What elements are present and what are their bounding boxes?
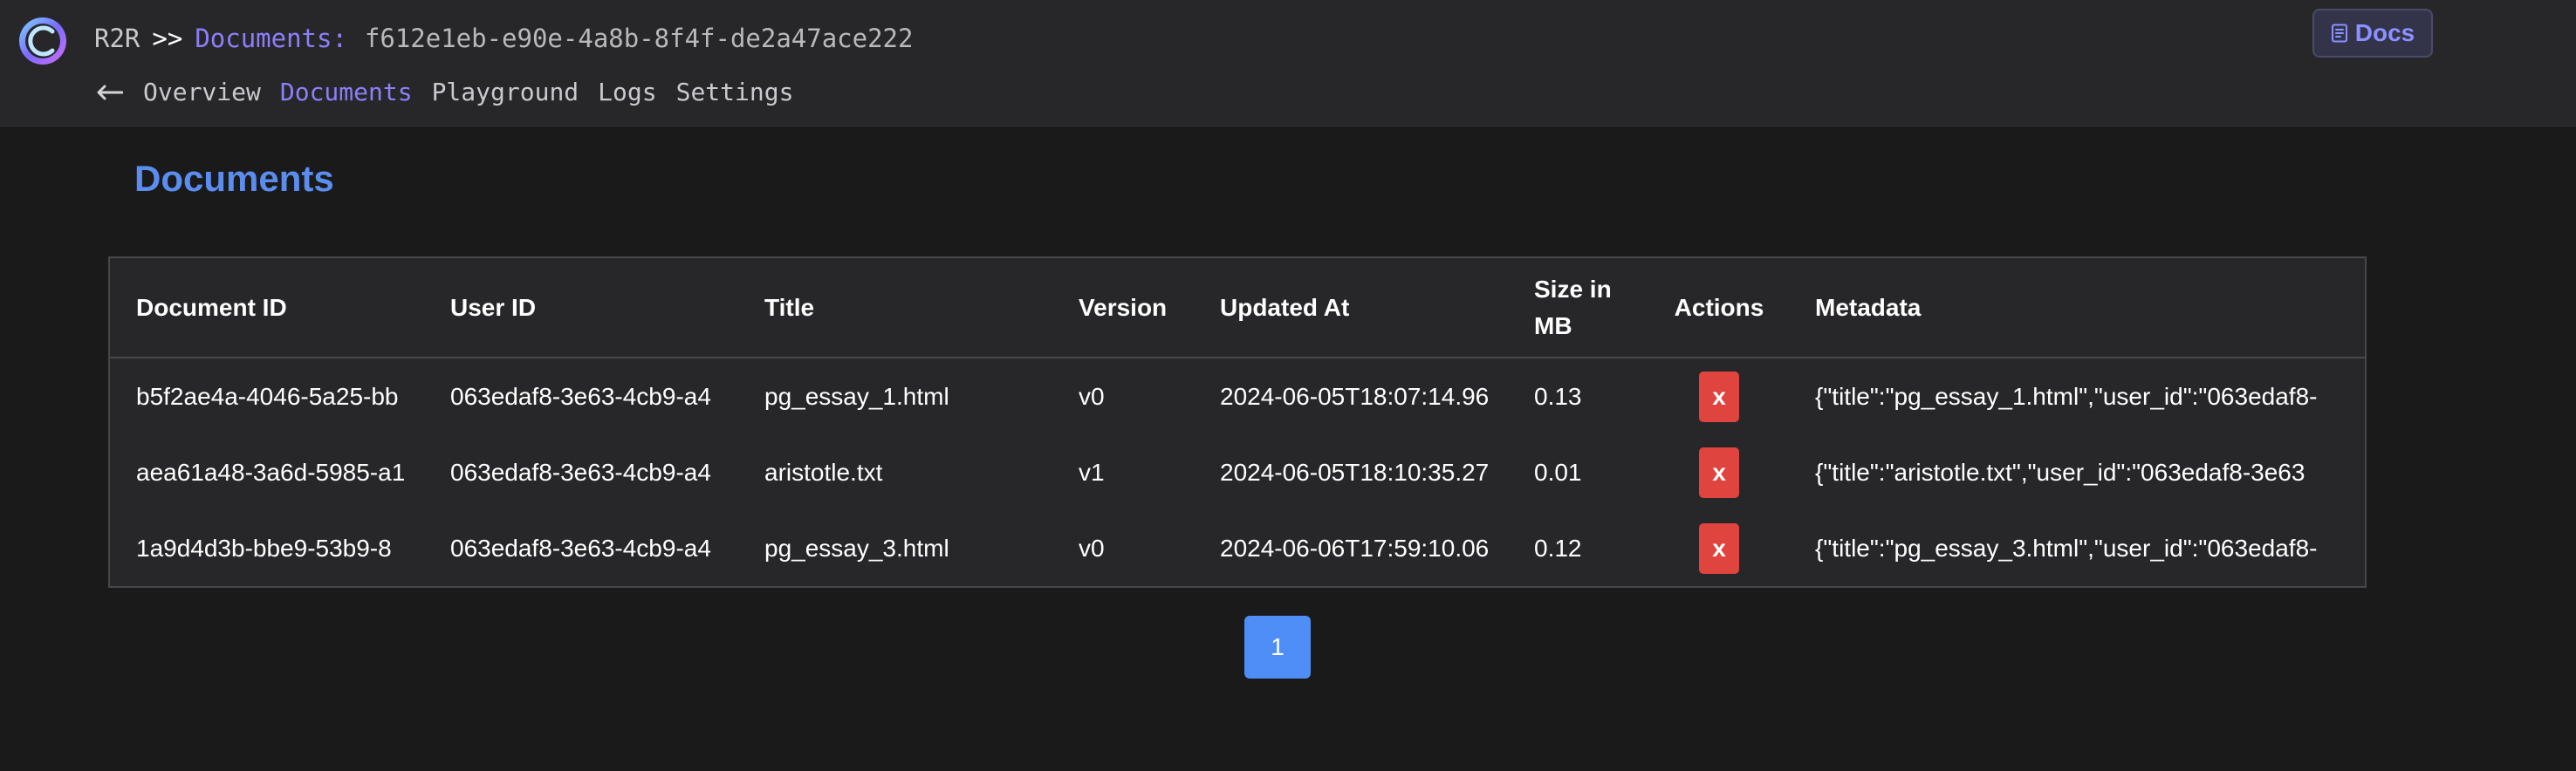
cell-updated-at: 2024-06-05T18:10:35.27 [1220, 458, 1490, 486]
docs-button-label: Docs [2354, 19, 2415, 46]
cell-size: 0.12 [1534, 534, 1582, 562]
column-header-actions: Actions [1649, 258, 1789, 358]
cell-actions: x [1649, 510, 1789, 586]
cell-document-id: 1a9d4d3b-bbe9-53b9-8 [136, 534, 392, 562]
arrow-left-icon [97, 85, 123, 100]
cell-updated-at: 2024-06-05T18:07:14.96 [1220, 382, 1490, 410]
column-header-version: Version [1052, 258, 1194, 358]
table-row: 1a9d4d3b-bbe9-53b9-8 063edaf8-3e63-4cb9-… [110, 510, 2365, 586]
column-header-title: Title [738, 258, 1052, 358]
cell-size: 0.13 [1534, 382, 1582, 410]
column-header-user-id: User ID [424, 258, 738, 358]
delete-button[interactable]: x [1699, 522, 1739, 574]
cell-actions: x [1649, 358, 1789, 434]
top-header: R2R >> Documents: f612e1eb-e90e-4a8b-8f4f-d… [0, 0, 2576, 126]
cell-document-id: aea61a48-3a6d-5985-a1 [136, 458, 406, 486]
nav-documents[interactable]: Documents [280, 75, 413, 110]
breadcrumb-app[interactable]: R2R [94, 24, 140, 53]
documents-table: Document ID User ID Title Version Update… [108, 256, 2367, 588]
breadcrumb-document-id: f612e1eb-e90e-4a8b-8f4f-de2a47ace222 [364, 24, 914, 53]
back-button[interactable] [94, 75, 126, 110]
cell-version: v0 [1079, 534, 1105, 562]
column-header-size: Size in MB [1508, 258, 1649, 358]
r2r-logo-icon[interactable] [17, 16, 68, 66]
cell-version: v1 [1079, 458, 1105, 486]
table-header-row: Document ID User ID Title Version Update… [110, 258, 2365, 358]
column-header-updated-at: Updated At [1194, 258, 1508, 358]
table-row: b5f2ae4a-4046-5a25-bb 063edaf8-3e63-4cb9… [110, 358, 2365, 434]
cell-title: pg_essay_1.html [764, 382, 949, 410]
cell-user-id: 063edaf8-3e63-4cb9-a4 [450, 534, 711, 562]
docs-button[interactable]: Docs [2312, 9, 2433, 58]
cell-user-id: 063edaf8-3e63-4cb9-a4 [450, 382, 711, 410]
nav-logs[interactable]: Logs [598, 75, 656, 110]
page-title: Documents [134, 158, 334, 199]
cell-version: v0 [1079, 382, 1105, 410]
table-row: aea61a48-3a6d-5985-a1 063edaf8-3e63-4cb9… [110, 434, 2365, 510]
column-header-metadata: Metadata [1789, 258, 2365, 358]
pagination-page-button[interactable]: 1 [1244, 616, 1311, 679]
cell-metadata: {"title":"pg_essay_3.html","user_id":"06… [1815, 534, 2318, 562]
cell-document-id: b5f2ae4a-4046-5a25-bb [136, 382, 399, 410]
column-header-document-id: Document ID [110, 258, 424, 358]
nav-settings[interactable]: Settings [676, 75, 794, 110]
breadcrumb-section[interactable]: Documents: [195, 24, 347, 53]
cell-metadata: {"title":"pg_essay_1.html","user_id":"06… [1815, 382, 2318, 410]
cell-updated-at: 2024-06-06T17:59:10.06 [1220, 534, 1490, 562]
document-icon [2331, 24, 2347, 43]
cell-title: aristotle.txt [764, 458, 883, 486]
cell-title: pg_essay_3.html [764, 534, 949, 562]
main-nav: Overview Documents Playground Logs Setti… [94, 75, 812, 110]
delete-button[interactable]: x [1699, 447, 1739, 498]
nav-playground[interactable]: Playground [432, 75, 579, 110]
breadcrumb-separator: >> [152, 24, 183, 53]
nav-overview[interactable]: Overview [143, 75, 261, 110]
cell-metadata: {"title":"aristotle.txt","user_id":"063e… [1815, 458, 2305, 486]
breadcrumb: R2R >> Documents: f612e1eb-e90e-4a8b-8f4f-d… [94, 21, 913, 56]
cell-actions: x [1649, 434, 1789, 510]
cell-size: 0.01 [1534, 458, 1582, 486]
cell-user-id: 063edaf8-3e63-4cb9-a4 [450, 458, 711, 486]
delete-button[interactable]: x [1699, 371, 1739, 422]
